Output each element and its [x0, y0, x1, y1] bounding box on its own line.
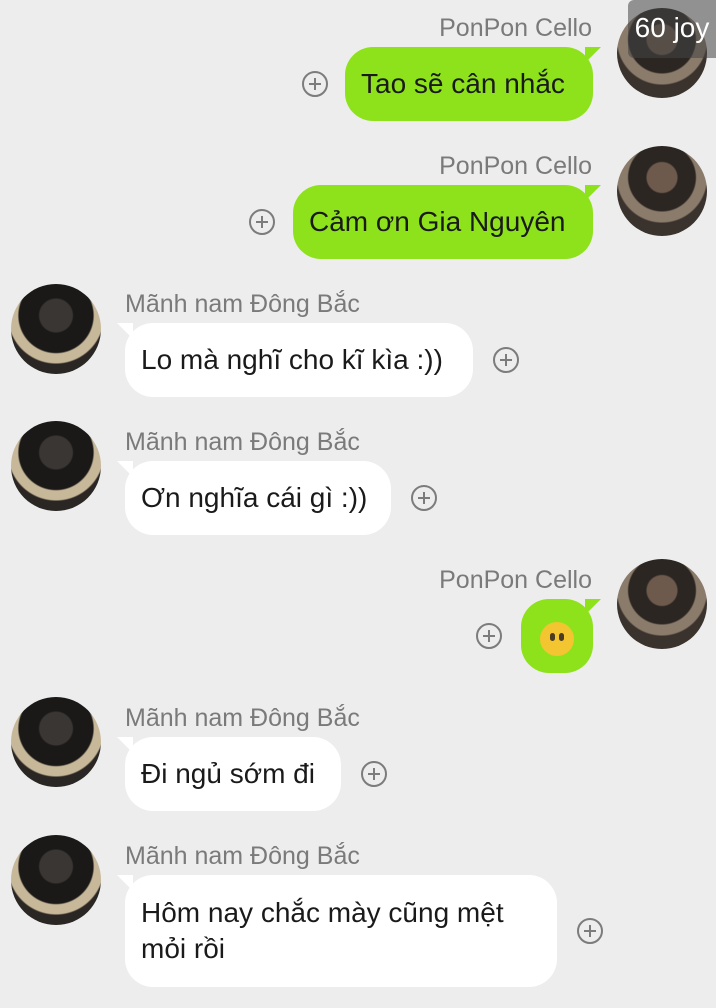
message-bubble[interactable]: Cảm ơn Gia Nguyên [293, 185, 601, 259]
sender-name: Mãnh nam Đông Bắc [125, 704, 360, 732]
sender-name: Mãnh nam Đông Bắc [125, 428, 360, 456]
sender-name: PonPon Cello [439, 14, 592, 42]
message-text: Đi ngủ sớm đi [141, 758, 315, 789]
status-badge: 60 joy [628, 0, 716, 58]
message-bubble[interactable]: Tao sẽ cân nhắc [345, 47, 601, 121]
message-text: Tao sẽ cân nhắc [361, 68, 565, 99]
add-reaction-icon[interactable] [361, 761, 387, 787]
add-reaction-icon[interactable] [476, 623, 502, 649]
message-bubble[interactable]: Hôm nay chắc mày cũng mệt mỏi rồi [117, 875, 557, 987]
message-text: Ơn nghĩa cái gì :)) [141, 482, 368, 513]
message-text-line: mỏi rồi [141, 933, 226, 964]
add-reaction-icon[interactable] [577, 918, 603, 944]
message-bubble[interactable] [521, 599, 601, 673]
avatar[interactable] [617, 146, 707, 236]
add-reaction-icon[interactable] [249, 209, 275, 235]
avatar[interactable] [11, 284, 101, 374]
message-text-line: Hôm nay chắc mày cũng mệt [141, 897, 504, 928]
avatar[interactable] [11, 697, 101, 787]
message-text: Cảm ơn Gia Nguyên [309, 206, 566, 237]
message-bubble[interactable]: Ơn nghĩa cái gì :)) [117, 461, 391, 535]
avatar[interactable] [11, 835, 101, 925]
neutral-face-emoji [540, 621, 574, 656]
message-bubble[interactable]: Lo mà nghĩ cho kĩ kìa :)) [117, 323, 473, 397]
sender-name: PonPon Cello [439, 152, 592, 180]
message-bubble[interactable]: Đi ngủ sớm đi [117, 737, 341, 811]
message-text: Lo mà nghĩ cho kĩ kìa :)) [141, 344, 443, 375]
sender-name: Mãnh nam Đông Bắc [125, 842, 360, 870]
avatar[interactable] [11, 421, 101, 511]
sender-name: Mãnh nam Đông Bắc [125, 290, 360, 318]
sender-name: PonPon Cello [439, 566, 592, 594]
avatar[interactable] [617, 559, 707, 649]
add-reaction-icon[interactable] [493, 347, 519, 373]
add-reaction-icon[interactable] [302, 71, 328, 97]
add-reaction-icon[interactable] [411, 485, 437, 511]
